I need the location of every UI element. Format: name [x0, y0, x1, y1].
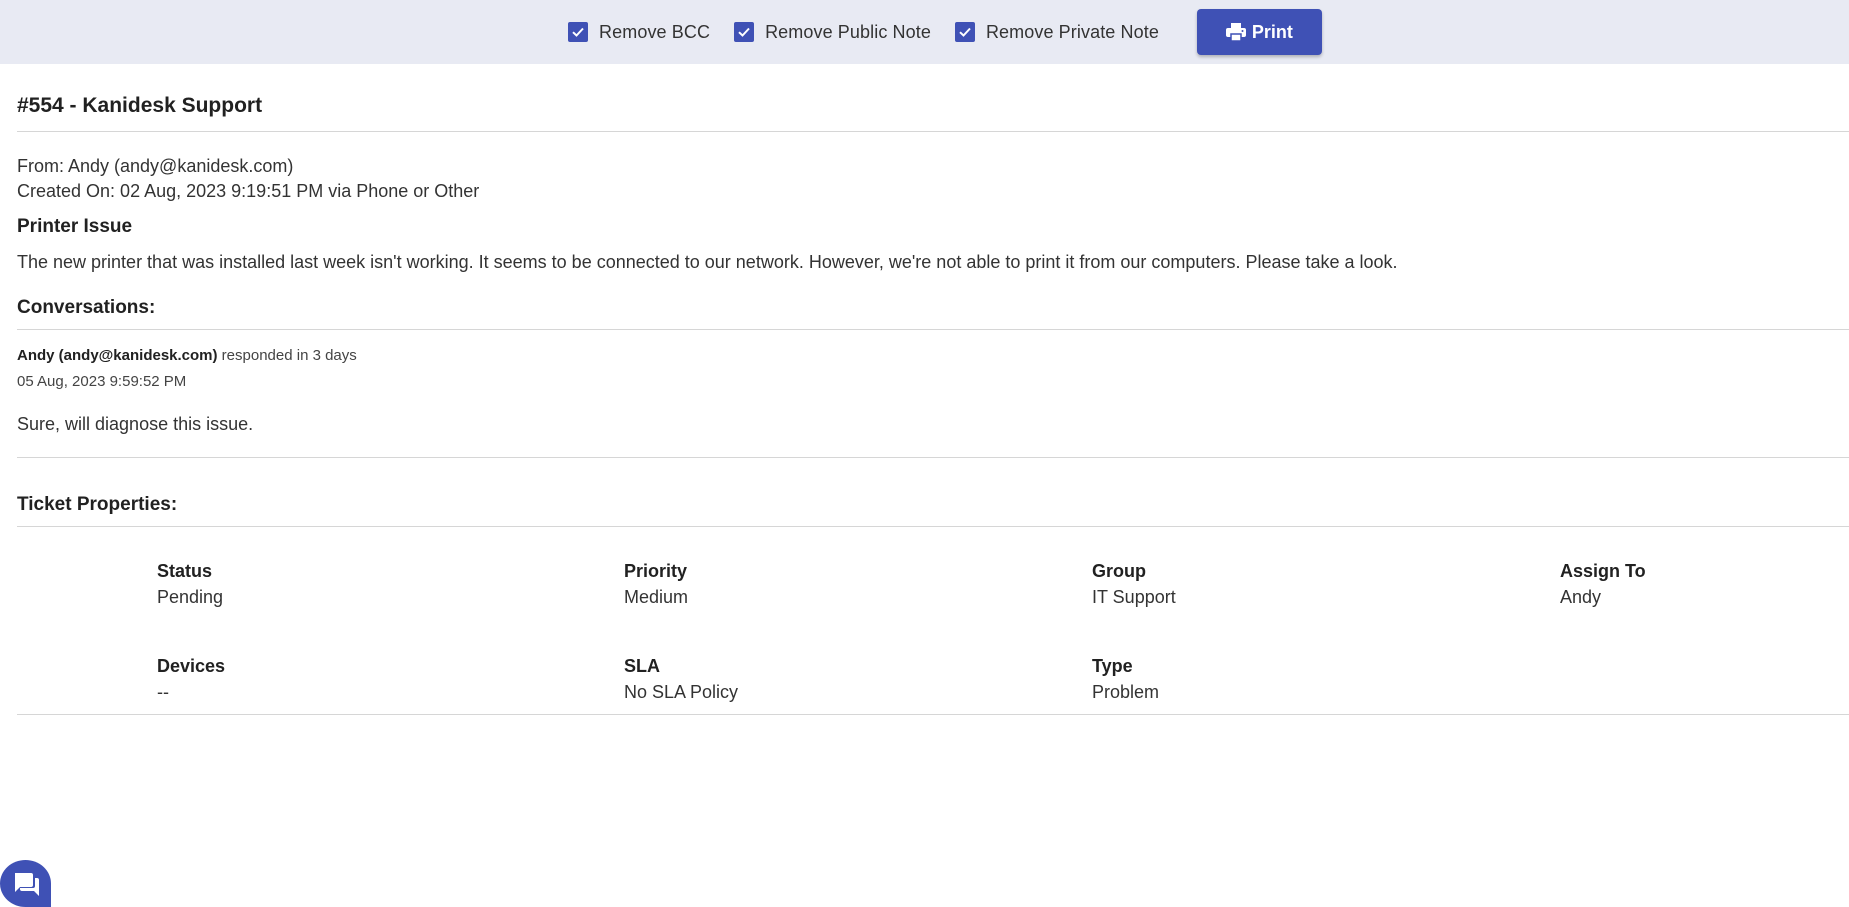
divider — [17, 714, 1849, 715]
property-value: No SLA Policy — [624, 682, 739, 702]
property-value: Problem — [1092, 682, 1160, 702]
conversation-body: Sure, will diagnose this issue. — [17, 414, 254, 434]
print-options-toolbar: Remove BCC Remove Public Note Remove Pri… — [0, 0, 1849, 64]
ticket-properties-grid: Status Pending Priority Medium Group IT … — [17, 527, 1849, 727]
remove-public-note-label: Remove Public Note — [765, 21, 931, 42]
remove-private-note-checkbox[interactable]: Remove Private Note — [954, 21, 1159, 43]
ticket-title: #554 - Kanidesk Support — [17, 94, 263, 117]
ticket-print-view: #554 - Kanidesk Support From: Andy (andy… — [17, 64, 1849, 727]
conversation-action: responded in 3 days — [217, 347, 357, 364]
remove-bcc-checkbox[interactable]: Remove BCC — [568, 22, 710, 43]
property-label: Status — [157, 561, 213, 581]
conversation-author: Andy (andy@kanidesk.com) — [17, 347, 218, 364]
property-devices: Devices -- — [157, 656, 457, 703]
property-label: Group — [1092, 561, 1146, 581]
property-value: Pending — [157, 587, 224, 607]
ticket-properties-heading: Ticket Properties: — [17, 494, 178, 515]
property-label: Devices — [157, 656, 226, 676]
ticket-description: The new printer that was installed last … — [17, 252, 1398, 272]
property-value: Andy — [1560, 587, 1602, 607]
property-label: Priority — [624, 561, 688, 581]
property-label: SLA — [624, 656, 660, 676]
property-value: IT Support — [1092, 587, 1176, 607]
print-button-label: Print — [1251, 21, 1293, 42]
remove-public-note-checkbox[interactable]: Remove Public Note — [734, 22, 931, 43]
property-assign-to: Assign To Andy — [1560, 561, 1849, 608]
property-priority: Priority Medium — [624, 561, 924, 608]
property-label: Assign To — [1560, 561, 1646, 581]
ticket-created-on: Created On: 02 Aug, 2023 9:19:51 PM via … — [17, 181, 480, 201]
property-type: Type Problem — [1092, 656, 1392, 703]
divider — [17, 457, 1849, 458]
property-label: Type — [1092, 656, 1133, 676]
property-value: Medium — [624, 587, 689, 607]
conversation-item: Andy (andy@kanidesk.com) responded in 3 … — [17, 347, 1849, 435]
conversation-author-line: Andy (andy@kanidesk.com) responded in 3 … — [17, 347, 1849, 364]
printer-icon — [1225, 23, 1246, 41]
checkbox-checked-icon[interactable] — [954, 22, 975, 42]
property-status: Status Pending — [157, 561, 457, 608]
chat-launcher-button[interactable] — [0, 860, 51, 907]
print-button[interactable]: Print — [1196, 9, 1322, 55]
remove-bcc-label: Remove BCC — [599, 21, 711, 42]
ticket-subject: Printer Issue — [17, 216, 133, 237]
conversations-heading: Conversations: — [17, 297, 156, 318]
divider — [17, 329, 1849, 330]
remove-private-note-label: Remove Private Note — [985, 21, 1159, 42]
property-group: Group IT Support — [1092, 561, 1392, 608]
ticket-from: From: Andy (andy@kanidesk.com) — [17, 156, 294, 176]
toolbar-controls: Remove BCC Remove Public Note Remove Pri… — [568, 9, 1322, 55]
property-sla: SLA No SLA Policy — [624, 656, 924, 703]
property-value: -- — [157, 682, 169, 702]
checkbox-checked-icon[interactable] — [568, 22, 589, 42]
checkbox-checked-icon[interactable] — [734, 22, 755, 42]
conversation-date: 05 Aug, 2023 9:59:52 PM — [17, 373, 187, 390]
chat-bubble-icon — [12, 871, 40, 897]
divider — [17, 131, 1849, 132]
